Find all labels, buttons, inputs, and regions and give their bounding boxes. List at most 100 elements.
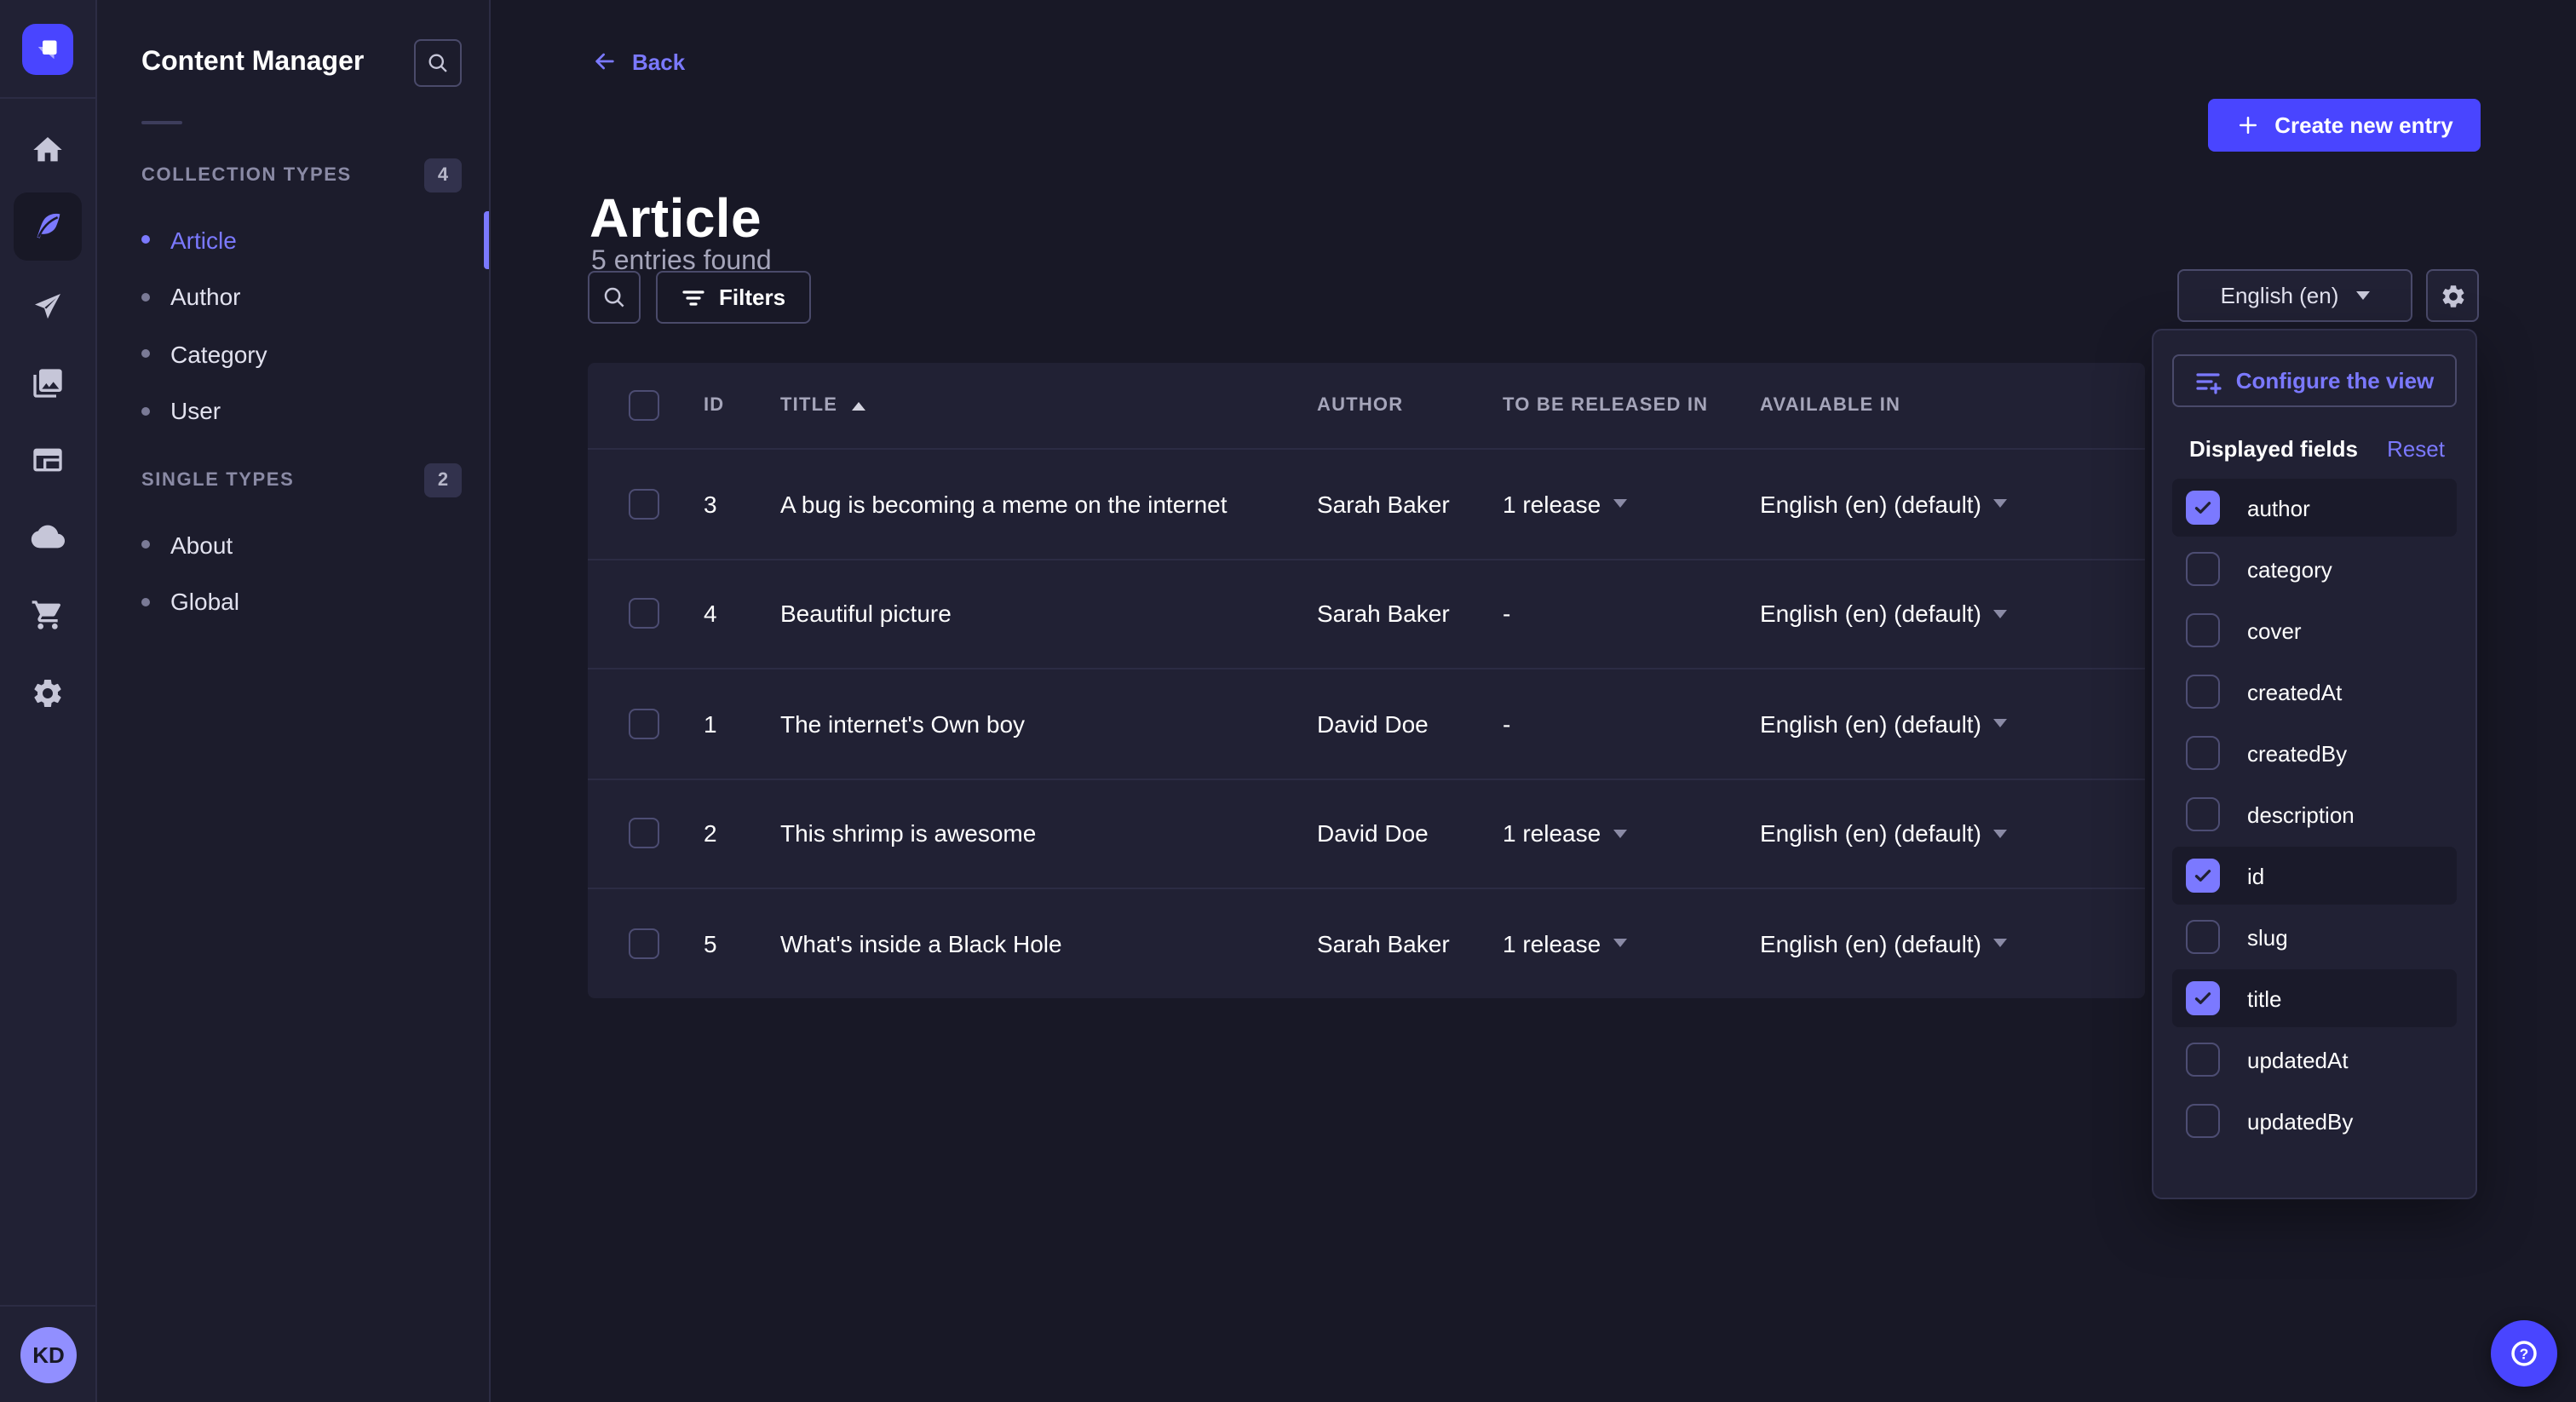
field-label: updatedAt — [2247, 1047, 2349, 1072]
configure-view-label: Configure the view — [2236, 368, 2435, 394]
checkbox-checked[interactable] — [2186, 981, 2220, 1015]
checkbox-unchecked[interactable] — [2186, 675, 2220, 709]
field-row-updatedBy[interactable]: updatedBy — [2172, 1092, 2457, 1150]
create-new-entry-button[interactable]: Create new entry — [2208, 99, 2481, 152]
checkbox-checked[interactable] — [2186, 859, 2220, 893]
section-count-badge: 4 — [424, 158, 462, 192]
bullet-icon — [141, 293, 150, 302]
sidebar-item-marketplace[interactable] — [14, 581, 82, 649]
row-checkbox[interactable] — [629, 599, 659, 629]
field-row-title[interactable]: title — [2172, 969, 2457, 1027]
sidebar-item-releases[interactable] — [14, 273, 82, 341]
bullet-icon — [141, 407, 150, 416]
released-value: - — [1503, 600, 1510, 628]
cell-available[interactable]: English (en) (default) — [1760, 600, 2145, 628]
field-row-updatedAt[interactable]: updatedAt — [2172, 1031, 2457, 1089]
field-label: description — [2247, 802, 2355, 827]
field-row-category[interactable]: category — [2172, 540, 2457, 598]
cell-id: 5 — [704, 930, 780, 957]
field-row-id[interactable]: id — [2172, 847, 2457, 905]
field-row-createdBy[interactable]: createdBy — [2172, 724, 2457, 782]
checkbox-checked[interactable] — [2186, 491, 2220, 525]
column-header-released[interactable]: TO BE RELEASED IN — [1503, 395, 1760, 416]
sidebar-item-cloud[interactable] — [14, 503, 82, 571]
column-header-title-label: TITLE — [780, 395, 837, 416]
sidebar-item-content-builder[interactable] — [14, 426, 82, 494]
bullet-icon — [141, 350, 150, 359]
select-all-checkbox[interactable] — [629, 390, 659, 421]
checkbox-unchecked[interactable] — [2186, 736, 2220, 770]
bullet-icon — [141, 598, 150, 606]
view-settings-button[interactable] — [2426, 269, 2479, 322]
cell-released: - — [1503, 710, 1760, 738]
row-checkbox[interactable] — [629, 709, 659, 739]
filters-button[interactable]: Filters — [656, 271, 811, 324]
sidebar-item-settings[interactable] — [14, 659, 82, 727]
help-button[interactable]: ? — [2491, 1320, 2557, 1387]
avatar[interactable]: KD — [20, 1327, 77, 1383]
table-row: 5What's inside a Black HoleSarah Baker1 … — [588, 888, 2145, 997]
sidebar-item-media-library[interactable] — [14, 349, 82, 417]
table-body: 3A bug is becoming a meme on the interne… — [588, 448, 2145, 997]
strapi-logo-icon — [32, 34, 63, 65]
cell-released[interactable]: 1 release — [1503, 491, 1760, 518]
cell-released[interactable]: 1 release — [1503, 930, 1760, 957]
check-icon — [2193, 865, 2213, 886]
paper-plane-icon — [31, 290, 65, 324]
field-row-description[interactable]: description — [2172, 785, 2457, 843]
cell-released[interactable]: 1 release — [1503, 820, 1760, 848]
column-header-title[interactable]: TITLE — [780, 395, 1317, 416]
sidebar-item-home[interactable] — [14, 116, 82, 184]
checkbox-unchecked[interactable] — [2186, 552, 2220, 586]
subnav-search-button[interactable] — [414, 39, 462, 87]
checkbox-unchecked[interactable] — [2186, 1043, 2220, 1077]
available-value: English (en) (default) — [1760, 710, 1981, 738]
subnav-item-category[interactable]: Category — [141, 325, 462, 382]
back-link[interactable]: Back — [591, 48, 685, 75]
checkbox-unchecked[interactable] — [2186, 613, 2220, 647]
subnav-item-about[interactable]: About — [141, 516, 462, 573]
subnav-item-author[interactable]: Author — [141, 268, 462, 325]
reset-link[interactable]: Reset — [2387, 436, 2445, 462]
cell-title: What's inside a Black Hole — [780, 930, 1317, 957]
locale-select[interactable]: English (en) — [2177, 269, 2412, 322]
configure-icon — [2195, 367, 2222, 394]
checkbox-unchecked[interactable] — [2186, 1104, 2220, 1138]
table-search-button[interactable] — [588, 271, 641, 324]
caret-down-icon — [1613, 500, 1626, 509]
cell-available[interactable]: English (en) (default) — [1760, 930, 2145, 957]
strapi-logo[interactable] — [22, 24, 73, 75]
sidebar-item-content-manager[interactable] — [14, 192, 82, 261]
field-label: id — [2247, 863, 2264, 888]
gear-icon — [2439, 282, 2466, 309]
cell-author: David Doe — [1317, 820, 1503, 848]
row-checkbox[interactable] — [629, 489, 659, 520]
subnav-item-article[interactable]: Article — [141, 211, 462, 268]
column-header-available[interactable]: AVAILABLE IN — [1760, 395, 2145, 416]
cell-available[interactable]: English (en) (default) — [1760, 491, 2145, 518]
column-header-author[interactable]: AUTHOR — [1317, 395, 1503, 416]
field-row-createdAt[interactable]: createdAt — [2172, 663, 2457, 721]
cell-id: 3 — [704, 491, 780, 518]
available-value: English (en) (default) — [1760, 600, 1981, 628]
row-checkbox[interactable] — [629, 819, 659, 849]
subnav-item-global[interactable]: Global — [141, 573, 462, 630]
column-header-id[interactable]: ID — [704, 395, 780, 416]
field-list: authorcategory cover createdAtcreatedBy des… — [2172, 479, 2457, 1150]
released-value: 1 release — [1503, 820, 1601, 848]
field-row-cover[interactable]: cover — [2172, 601, 2457, 659]
field-label: cover — [2247, 618, 2302, 643]
subnav-item-label: User — [170, 398, 221, 425]
field-row-author[interactable]: author — [2172, 479, 2457, 537]
row-checkbox[interactable] — [629, 928, 659, 959]
checkbox-unchecked[interactable] — [2186, 797, 2220, 831]
checkbox-unchecked[interactable] — [2186, 920, 2220, 954]
cell-available[interactable]: English (en) (default) — [1760, 710, 2145, 738]
configure-view-button[interactable]: Configure the view — [2172, 354, 2457, 407]
caret-down-icon — [1993, 500, 2007, 509]
subnav-item-user[interactable]: User — [141, 382, 462, 440]
field-row-slug[interactable]: slug — [2172, 908, 2457, 966]
check-icon — [2193, 988, 2213, 1008]
subnav-sections: COLLECTION TYPES4ArticleAuthorCategoryUs… — [97, 157, 489, 630]
cell-available[interactable]: English (en) (default) — [1760, 820, 2145, 848]
